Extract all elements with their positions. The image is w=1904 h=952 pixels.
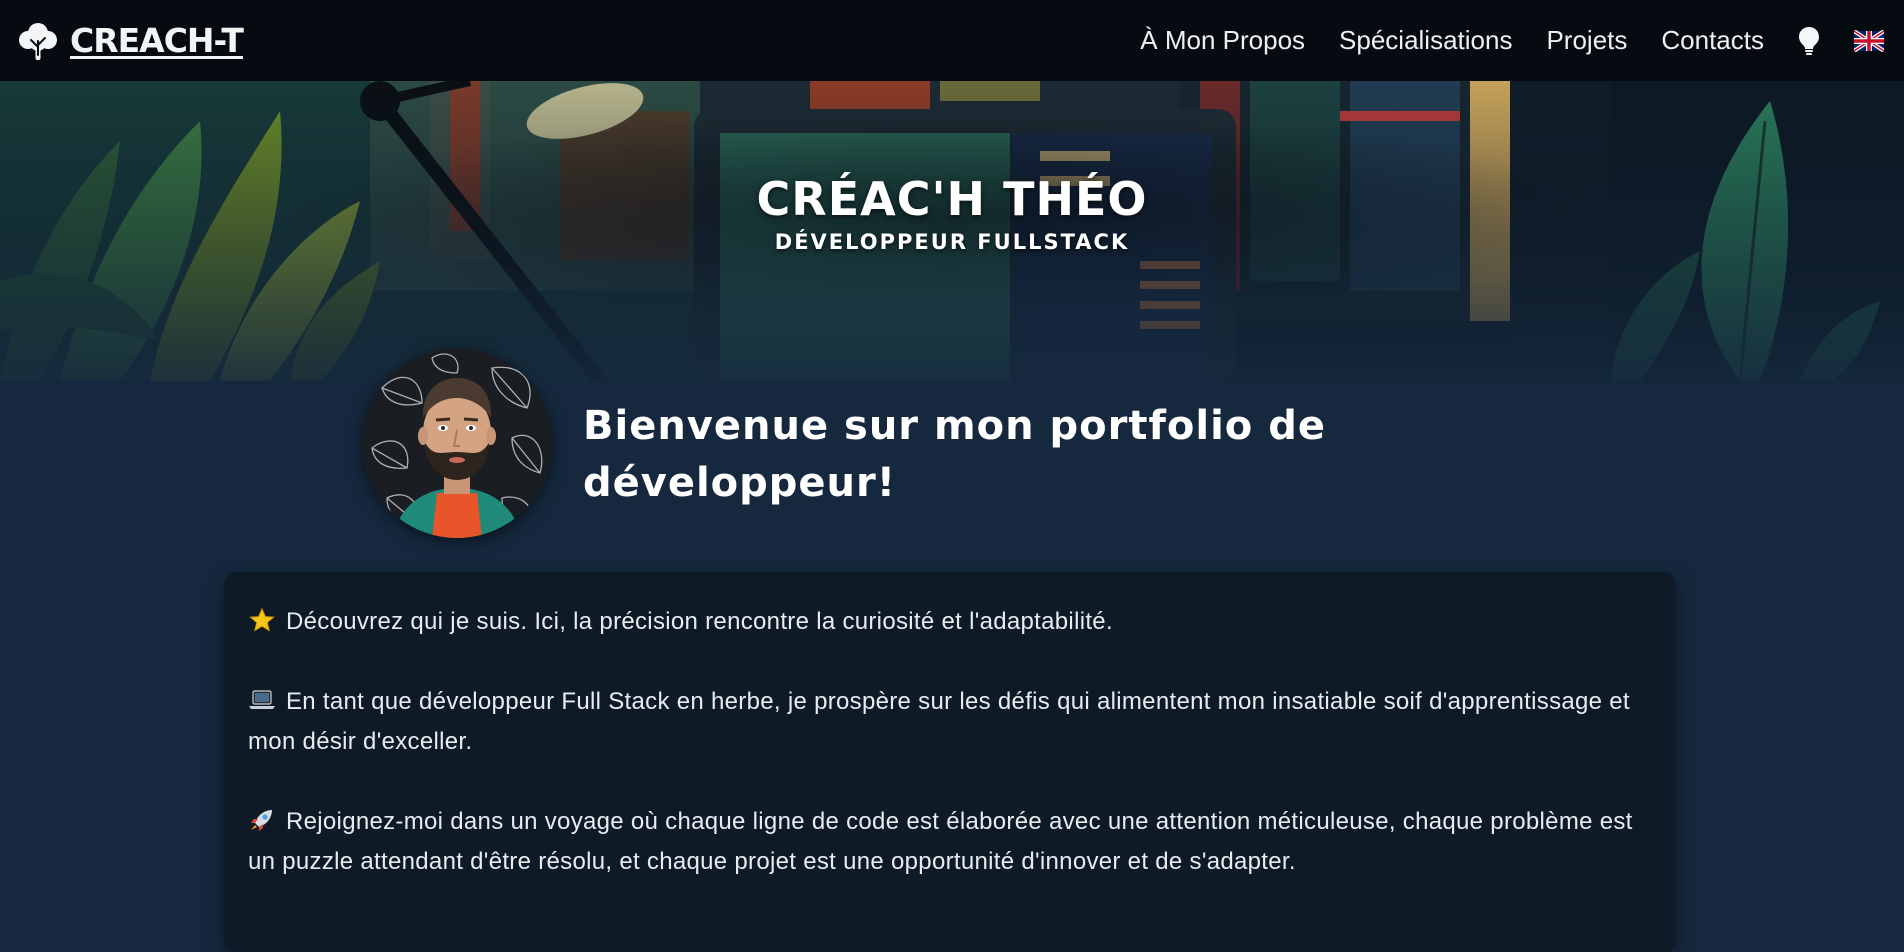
about-card: Découvrez qui je suis. Ici, la précision… (224, 572, 1676, 952)
lightbulb-icon (1799, 26, 1819, 55)
nav-links: À Mon Propos Spécialisations Projets Con… (1106, 25, 1884, 56)
top-navbar: CREACH-T À Mon Propos Spécialisations Pr… (0, 0, 1904, 81)
nav-link-about[interactable]: À Mon Propos (1140, 25, 1305, 56)
about-paragraph-text: En tant que développeur Full Stack en he… (248, 688, 1630, 755)
nav-link-contacts[interactable]: Contacts (1661, 25, 1764, 56)
rocket-icon (251, 810, 272, 831)
uk-flag-icon (1854, 29, 1884, 52)
about-paragraph-text: Découvrez qui je suis. Ici, la précision… (286, 608, 1113, 635)
about-paragraph: En tant que développeur Full Stack en he… (248, 682, 1652, 762)
welcome-heading: Bienvenue sur mon portfolio de développe… (583, 403, 1326, 506)
hero-name: CRÉAC'H THÉO (756, 172, 1148, 226)
language-switch-button[interactable] (1854, 29, 1884, 52)
tree-logo-icon (19, 22, 57, 60)
brand-link[interactable]: CREACH-T (16, 19, 244, 63)
about-paragraph: Découvrez qui je suis. Ici, la précision… (248, 602, 1652, 642)
star-icon (249, 608, 275, 632)
hero-role: DÉVELOPPEUR FULLSTACK (774, 230, 1130, 254)
avatar-portrait (362, 348, 552, 538)
hero-titles: CRÉAC'H THÉO DÉVELOPPEUR FULLSTACK (0, 176, 1904, 254)
brand-name: CREACH-T (70, 21, 244, 60)
hero-banner: CRÉAC'H THÉO DÉVELOPPEUR FULLSTACK (0, 81, 1904, 381)
nav-link-specializations[interactable]: Spécialisations (1339, 25, 1512, 56)
avatar (362, 348, 552, 538)
laptop-icon (249, 690, 275, 709)
about-paragraph: Rejoignez-moi dans un voyage où chaque l… (248, 802, 1652, 882)
about-paragraph-text: Rejoignez-moi dans un voyage où chaque l… (248, 808, 1633, 875)
theme-toggle-button[interactable] (1798, 26, 1820, 56)
nav-link-projects[interactable]: Projets (1546, 25, 1627, 56)
